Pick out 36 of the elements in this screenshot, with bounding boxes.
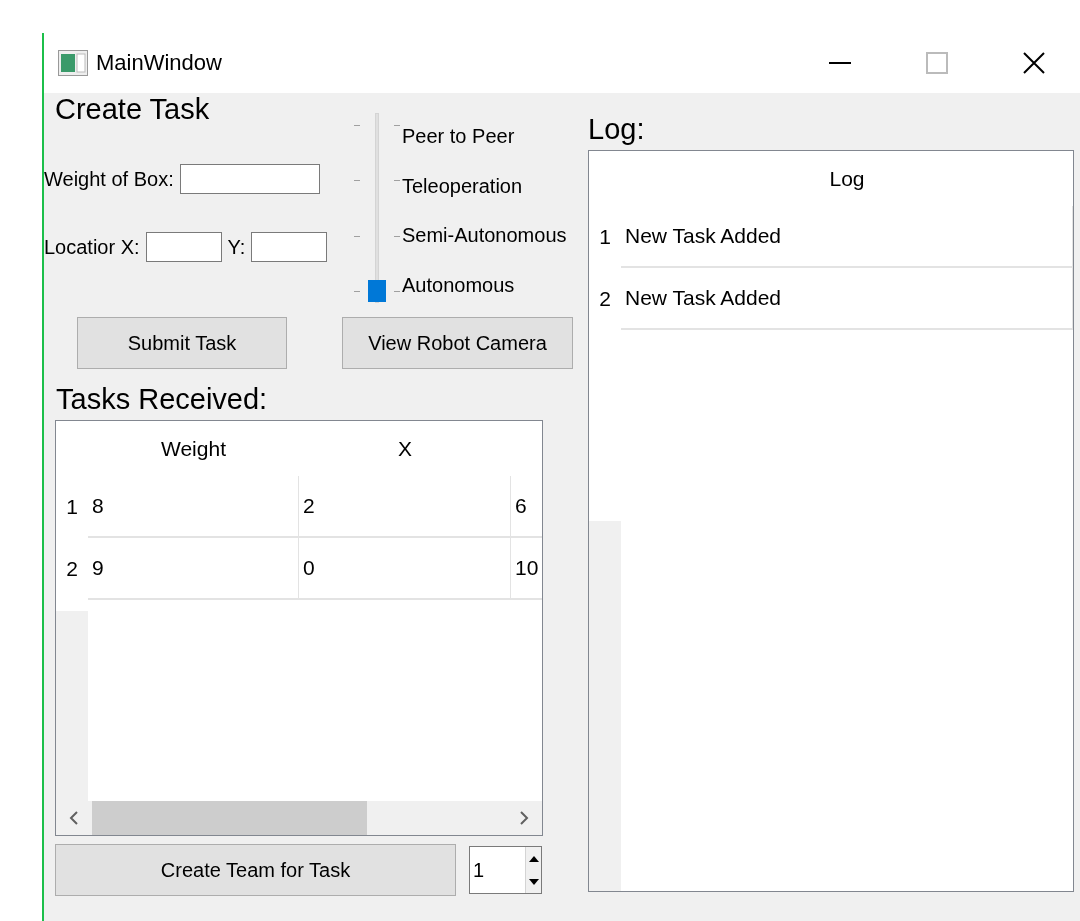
minimize-icon[interactable] <box>828 62 851 64</box>
submit-button[interactable]: Submit Task <box>77 317 287 369</box>
input-field[interactable] <box>251 232 328 262</box>
field-label: Locatior X: <box>44 235 140 259</box>
number-field[interactable]: 1 <box>470 847 525 893</box>
slider-label: Peer to Peer <box>402 124 516 149</box>
slider-label: Autonomous <box>402 272 516 298</box>
table-cell: 6 <box>511 476 542 538</box>
table-cell: 9 <box>88 538 299 600</box>
input-field[interactable] <box>179 164 320 194</box>
section-heading: Log: <box>588 113 646 146</box>
camera-button[interactable]: View Robot Camera <box>342 317 573 369</box>
table-cell: 2 <box>299 476 511 538</box>
create-team-button[interactable]: Create Team for Task <box>55 844 456 896</box>
scrollbar-thumb[interactable] <box>92 801 367 835</box>
table-cell: New Task Added <box>621 268 1073 330</box>
table-cell: New Task Added <box>621 206 1073 268</box>
slider-label: Teleoperation <box>402 173 524 199</box>
horizontal-scrollbar[interactable] <box>56 801 542 835</box>
slider-label: Semi-Autonomous <box>402 223 567 248</box>
slider-track[interactable] <box>354 113 400 303</box>
field-label: Weight of Box: <box>44 167 174 191</box>
spin-down-icon[interactable] <box>525 870 541 893</box>
spin-box[interactable]: 1 <box>469 846 542 894</box>
field-label: Y: <box>227 235 246 259</box>
section-heading: Create Task <box>55 93 211 126</box>
input-field[interactable] <box>145 232 222 262</box>
close-icon[interactable] <box>1022 52 1045 74</box>
section-heading: Tasks Received: <box>56 383 269 416</box>
table-cell: 8 <box>88 476 299 538</box>
slider-thumb[interactable] <box>368 280 386 302</box>
table-cell: 0 <box>299 538 511 600</box>
spin-up-icon[interactable] <box>525 847 541 870</box>
window-title: MainWindow <box>96 50 223 76</box>
table-cell: 10 <box>511 538 542 600</box>
app-icon <box>58 50 88 76</box>
